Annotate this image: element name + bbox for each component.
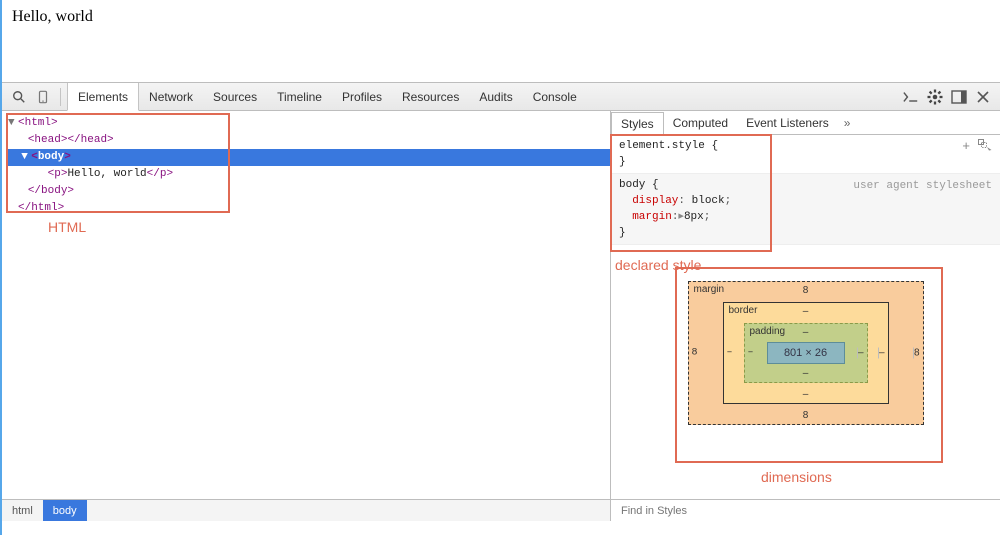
tab-sources[interactable]: Sources <box>203 83 267 110</box>
padding-bottom[interactable]: – <box>803 368 809 379</box>
dom-row-body-close[interactable]: </body> <box>8 183 610 200</box>
devtools-toolbar: Elements Network Sources Timeline Profil… <box>2 83 1000 111</box>
tab-network[interactable]: Network <box>139 83 203 110</box>
sidebar-tab-styles[interactable]: Styles <box>611 112 664 135</box>
find-input[interactable] <box>619 504 992 518</box>
box-model-padding[interactable]: padding – – – – 801 × 26 <box>744 323 868 383</box>
selector-text: element.style <box>619 140 705 152</box>
border-bottom[interactable]: – <box>803 389 809 400</box>
box-model-border[interactable]: border – – – – padding – – – <box>723 302 889 404</box>
tab-timeline[interactable]: Timeline <box>267 83 332 110</box>
sidebar-tab-eventlisteners[interactable]: Event Listeners <box>737 111 838 134</box>
window: Hello, world Elements Network Sources Ti… <box>0 0 1000 535</box>
selector-text: body <box>619 179 645 191</box>
tab-audits[interactable]: Audits <box>469 83 522 110</box>
page-text: Hello, world <box>12 8 93 25</box>
page-body: Hello, world <box>2 0 1000 82</box>
rule-element-style[interactable]: + element.style { } <box>611 135 1000 174</box>
disclosure-triangle-icon[interactable]: ▼ <box>8 115 18 132</box>
border-label: border <box>729 305 758 316</box>
css-property[interactable]: margin <box>632 211 672 223</box>
elements-tree-panel: ▼<html> <head></head> ▼<body> <p>Hello, … <box>2 111 610 499</box>
margin-bottom[interactable]: 8 <box>803 410 809 421</box>
sidebar-tabs-overflow-icon[interactable]: » <box>838 116 857 130</box>
find-in-styles[interactable] <box>610 500 1000 521</box>
styles-pane: + element.style { } user agent styleshee… <box>611 135 1000 245</box>
dom-row-html-close[interactable]: </html> <box>8 200 610 217</box>
padding-label: padding <box>750 326 786 337</box>
dom-tree[interactable]: ▼<html> <head></head> ▼<body> <p>Hello, … <box>2 111 610 217</box>
css-property[interactable]: display <box>632 195 678 207</box>
border-top[interactable]: – <box>803 306 809 317</box>
margin-top[interactable]: 8 <box>803 285 809 296</box>
rule-body[interactable]: user agent stylesheet body { display: bl… <box>611 174 1000 245</box>
tab-profiles[interactable]: Profiles <box>332 83 392 110</box>
sidebar-tabs: Styles Computed Event Listeners » <box>611 111 1000 135</box>
disclosure-triangle-icon[interactable]: ▼ <box>21 149 31 166</box>
close-icon[interactable] <box>972 86 994 108</box>
dom-row-head[interactable]: <head></head> <box>8 132 610 149</box>
bottom-bar: html body <box>2 499 1000 521</box>
console-drawer-icon[interactable] <box>900 86 922 108</box>
dom-row-p[interactable]: <p>Hello, world</p> <box>8 166 610 183</box>
main-tabs: Elements Network Sources Timeline Profil… <box>67 83 587 110</box>
box-model-pane: margin 8 8 8 8 border – – – – <box>611 245 1000 499</box>
annotation-label-dimensions: dimensions <box>761 469 832 485</box>
dom-row-body-open[interactable]: ▼<body> <box>8 149 610 166</box>
crumb-html[interactable]: html <box>2 500 43 521</box>
sidebar-tab-computed[interactable]: Computed <box>664 111 737 134</box>
user-agent-stylesheet-label: user agent stylesheet <box>853 178 992 194</box>
css-value[interactable]: block <box>692 195 725 207</box>
breadcrumb: html body <box>2 500 610 521</box>
padding-top[interactable]: – <box>803 327 809 338</box>
device-toggle-icon[interactable] <box>32 86 54 108</box>
box-model-margin[interactable]: margin 8 8 8 8 border – – – – <box>688 281 924 425</box>
tab-console[interactable]: Console <box>523 83 587 110</box>
sidebar-panel: Styles Computed Event Listeners » + elem <box>610 111 1000 499</box>
box-model-content[interactable]: 801 × 26 <box>767 342 845 364</box>
margin-label: margin <box>694 284 725 295</box>
panels: ▼<html> <head></head> ▼<body> <p>Hello, … <box>2 111 1000 499</box>
devtools-panel: Elements Network Sources Timeline Profil… <box>2 82 1000 521</box>
settings-gear-icon[interactable] <box>924 86 946 108</box>
css-value[interactable]: 8px <box>684 211 704 223</box>
toggle-states-icon[interactable] <box>978 139 992 155</box>
tab-elements[interactable]: Elements <box>67 83 139 111</box>
new-rule-plus-icon[interactable]: + <box>962 139 970 155</box>
dock-icon[interactable] <box>948 86 970 108</box>
search-icon[interactable] <box>8 86 30 108</box>
box-model[interactable]: margin 8 8 8 8 border – – – – <box>688 281 924 425</box>
toolbar-separator <box>60 88 61 106</box>
tab-resources[interactable]: Resources <box>392 83 469 110</box>
crumb-body[interactable]: body <box>43 500 87 521</box>
dom-row-html-open[interactable]: ▼<html> <box>8 115 610 132</box>
annotation-label-html: HTML <box>48 219 86 235</box>
content-dimensions: 801 × 26 <box>784 347 827 359</box>
